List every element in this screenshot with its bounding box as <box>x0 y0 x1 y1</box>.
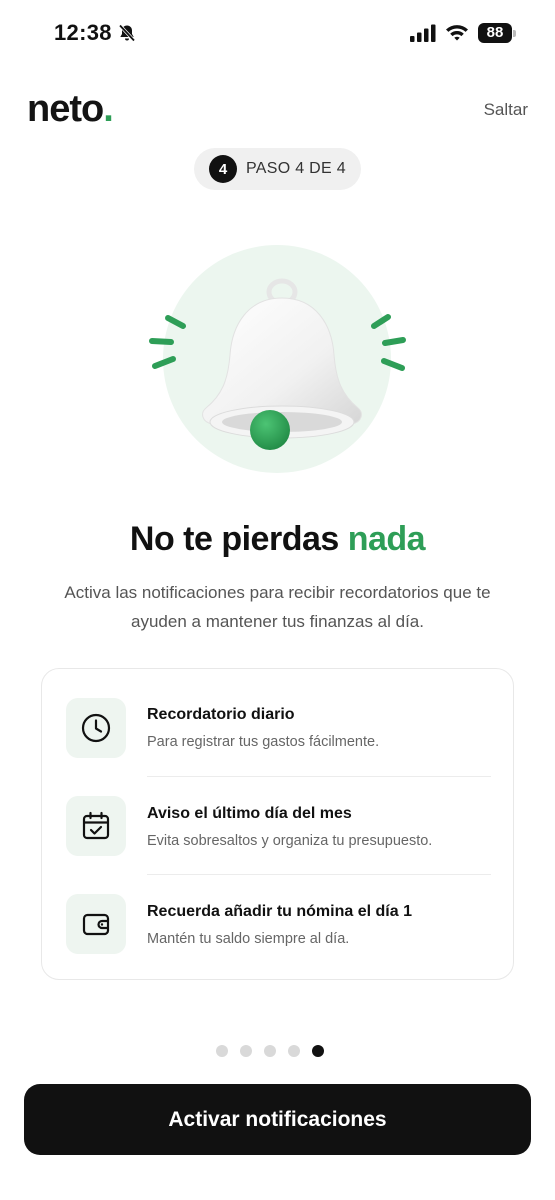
step-indicator: 4 PASO 4 DE 4 <box>194 148 361 190</box>
pagination-dot-active[interactable] <box>312 1045 324 1057</box>
feature-description: Evita sobresaltos y organiza tu presupue… <box>147 833 433 849</box>
page-subtitle: Activa las notificaciones para recibir r… <box>64 583 491 631</box>
features-card: Recordatorio diario Para registrar tus g… <box>41 668 514 980</box>
step-label: PASO 4 DE 4 <box>246 160 346 177</box>
enable-notifications-button[interactable]: Activar notificaciones <box>24 1084 531 1155</box>
onboarding-screen: 12:38 88 neto. Saltar 4 PASO 4 DE 4 No t… <box>0 0 555 1200</box>
feature-item: Recordatorio diario Para registrar tus g… <box>42 669 515 767</box>
page-title: No te pierdas nada <box>129 520 426 558</box>
pagination-dots <box>216 1045 324 1057</box>
signal-icon <box>410 24 436 42</box>
feature-title: Recordatorio diario <box>147 706 295 723</box>
pagination-dot[interactable] <box>216 1045 228 1057</box>
pagination-dot[interactable] <box>240 1045 252 1057</box>
clock-icon <box>81 713 111 743</box>
feature-description: Para registrar tus gastos fácilmente. <box>147 734 380 750</box>
app-logo: neto. <box>27 88 114 130</box>
feature-icon-box <box>66 698 126 758</box>
bell-icon <box>149 278 406 450</box>
feature-description: Mantén tu saldo siempre al día. <box>147 931 350 947</box>
step-number-badge: 4 <box>209 155 237 183</box>
pagination-dot[interactable] <box>288 1045 300 1057</box>
feature-item: Aviso el último día del mes Evita sobres… <box>42 767 515 865</box>
feature-item: Recuerda añadir tu nómina el día 1 Manté… <box>42 865 515 963</box>
feature-title: Aviso el último día del mes <box>147 805 352 822</box>
battery-icon: 88 <box>478 23 516 43</box>
wifi-icon <box>446 25 468 41</box>
calendar-check-icon <box>82 811 110 840</box>
wallet-icon <box>82 913 110 936</box>
feature-title: Recuerda añadir tu nómina el día 1 <box>147 903 412 920</box>
status-bar: 12:38 88 <box>0 18 555 50</box>
title-accent-word: nada <box>347 520 426 558</box>
battery-level: 88 <box>478 23 512 43</box>
feature-icon-box <box>66 894 126 954</box>
pagination-dot[interactable] <box>264 1045 276 1057</box>
status-time: 12:38 <box>54 20 112 45</box>
bell-slash-icon <box>118 24 136 42</box>
feature-icon-box <box>66 796 126 856</box>
skip-button[interactable]: Saltar <box>484 100 528 120</box>
